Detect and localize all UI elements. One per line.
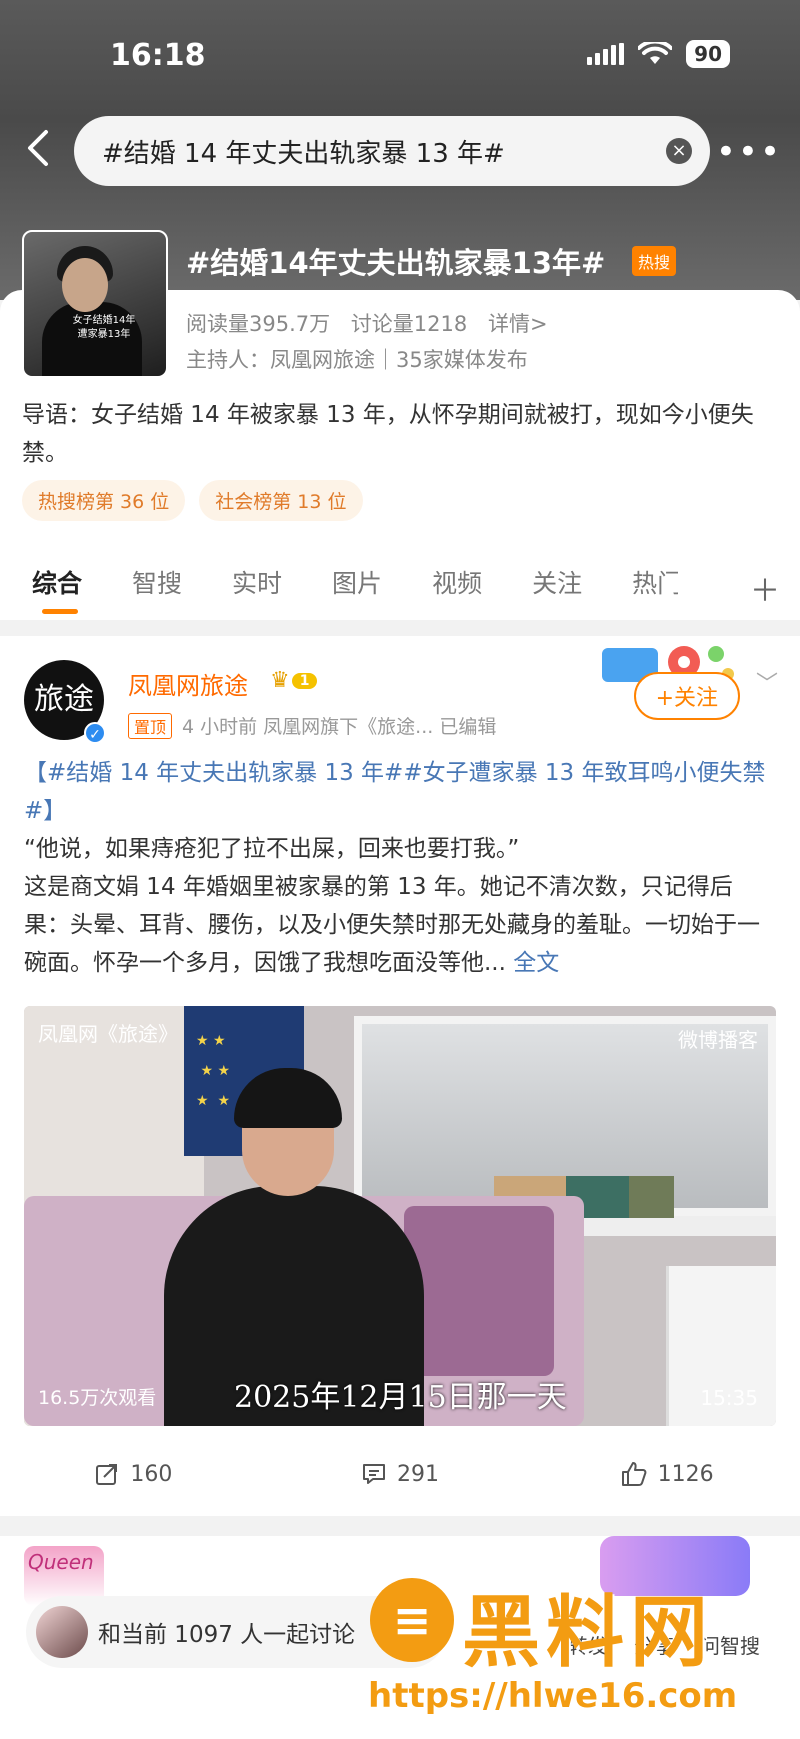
tab-videos[interactable]: 视频 xyxy=(432,564,482,600)
tab-images[interactable]: 图片 xyxy=(332,564,382,600)
like-count: 1126 xyxy=(657,1461,714,1487)
tab-hot[interactable]: 热门 xyxy=(632,564,678,600)
level-number: 1 xyxy=(291,672,318,689)
like-button[interactable]: 1126 xyxy=(533,1444,800,1504)
wifi-icon xyxy=(638,42,673,64)
tab-realtime[interactable]: 实时 xyxy=(232,564,282,600)
status-time: 16:18 xyxy=(110,38,206,73)
post-username[interactable]: 凤凰网旅途 xyxy=(128,666,248,701)
tab-comprehensive[interactable]: 综合 xyxy=(32,564,82,614)
full-text-link[interactable]: 全文 xyxy=(513,950,559,976)
search-query: #结婚 14 年丈夫出轨家暴 13 年# xyxy=(102,138,505,169)
details-link[interactable]: 详情> xyxy=(488,312,548,336)
back-arrow-icon[interactable] xyxy=(22,128,58,168)
video-caption: 2025年12月15日那一天 xyxy=(234,1380,567,1415)
topic-stats: 阅读量395.7万 讨论量1218 详情> xyxy=(186,308,562,338)
topic-thumbnail[interactable]: 女子结婚14年 遭家暴13年 xyxy=(22,230,168,378)
filter-tabs: 综合 智搜 实时 图片 视频 关注 热门 ＋ xyxy=(0,552,800,614)
clear-icon[interactable]: × xyxy=(666,138,692,164)
tab-following[interactable]: 关注 xyxy=(532,564,582,600)
watermark-logo-icon: ≡ xyxy=(370,1578,454,1662)
comment-count: 291 xyxy=(397,1461,439,1487)
discuss-text: 和当前 1097 人一起讨论 xyxy=(98,1622,356,1648)
topic-card: 女子结婚14年 遭家暴13年 #结婚14年丈夫出轨家暴13年# 热搜 阅读量39… xyxy=(0,230,800,620)
status-bar: 16:18 90 xyxy=(0,0,800,100)
post-text: 【#结婚 14 年丈夫出轨家暴 13 年##女子遭家暴 13 年致耳鸣小便失禁#… xyxy=(24,754,776,982)
repost-count: 160 xyxy=(130,1461,173,1487)
rank-tag-society[interactable]: 社会榜第 13 位 xyxy=(199,480,363,521)
video-player[interactable]: 凤凰网《旅途》 微博播客 16.5万次观看 2025年12月15日那一天 15:… xyxy=(24,1006,776,1426)
more-icon[interactable]: ••• xyxy=(716,132,782,172)
chevron-down-icon[interactable]: ﹀ xyxy=(756,666,778,698)
post-meta: 置顶 4 小时前 凤凰网旗下《旅途... 已编辑 xyxy=(128,712,496,739)
thumbs-up-icon xyxy=(621,1462,647,1486)
video-duration: 15:35 xyxy=(700,1386,758,1410)
add-tab-icon[interactable]: ＋ xyxy=(750,566,780,610)
top-navigation: #结婚 14 年丈夫出轨家暴 13 年# × ••• xyxy=(0,110,800,190)
comment-button[interactable]: 291 xyxy=(267,1444,534,1504)
post-body: 这是商文娟 14 年婚姻里被家暴的第 13 年。她记不清次数，只记得后果：头晕、… xyxy=(24,874,760,976)
tab-smart-search[interactable]: 智搜 xyxy=(132,564,182,600)
signal-icon xyxy=(587,43,625,65)
watermark-url: https://hlwe16.com xyxy=(368,1676,738,1716)
read-count: 阅读量395.7万 xyxy=(186,312,331,336)
follow-button[interactable]: +关注 xyxy=(633,672,740,720)
post-card: 旅途 ✓ 凤凰网旅途 ♛ 1 置顶 4 小时前 凤凰网旗下《旅途... 已编辑 … xyxy=(0,636,800,1516)
comment-icon xyxy=(363,1464,385,1484)
watermark-name: 黑料网 xyxy=(462,1588,715,1678)
video-platform-label: 微博播客 xyxy=(678,1028,758,1052)
battery-indicator: 90 xyxy=(686,40,730,68)
user-level-badge: ♛ 1 xyxy=(270,668,318,693)
hot-badge: 热搜 xyxy=(632,246,677,276)
watermark: ≡ 黑料网 https://hlwe16.com xyxy=(368,1570,790,1720)
topic-host: 主持人：凤凰网旅途｜35家媒体发布 xyxy=(186,348,528,372)
topic-title: #结婚14年丈夫出轨家暴13年# xyxy=(186,246,606,280)
topic-intro: 导语：女子结婚 14 年被家暴 13 年，从怀孕期间就被打，现如今小便失禁。 xyxy=(22,402,754,466)
verified-icon: ✓ xyxy=(84,722,106,744)
post-meta-text: 4 小时前 凤凰网旗下《旅途... 已编辑 xyxy=(182,716,497,738)
status-icons: 90 xyxy=(587,40,730,68)
repost-icon xyxy=(96,1464,118,1485)
rank-tags: 热搜榜第 36 位 社会榜第 13 位 xyxy=(22,480,363,521)
discuss-avatar xyxy=(36,1606,88,1658)
search-input[interactable]: #结婚 14 年丈夫出轨家暴 13 年# × xyxy=(74,116,710,186)
video-source-logo: 凤凰网《旅途》 xyxy=(38,1022,178,1046)
thumbnail-caption: 女子结婚14年 遭家暴13年 xyxy=(72,315,136,340)
rank-tag-hot-search[interactable]: 热搜榜第 36 位 xyxy=(22,480,186,521)
discussion-count: 讨论量1218 xyxy=(350,312,468,336)
post-hashtags[interactable]: 【#结婚 14 年丈夫出轨家暴 13 年##女子遭家暴 13 年致耳鸣小便失禁#… xyxy=(24,754,776,830)
crown-icon: ♛ xyxy=(270,668,290,693)
post-actions: 160 291 1126 xyxy=(0,1444,800,1504)
post-quote: “他说，如果痔疮犯了拉不出屎，回来也要打我。” xyxy=(24,836,520,862)
pinned-badge: 置顶 xyxy=(128,712,173,739)
repost-button[interactable]: 160 xyxy=(0,1444,267,1504)
video-view-count: 16.5万次观看 xyxy=(38,1387,157,1409)
